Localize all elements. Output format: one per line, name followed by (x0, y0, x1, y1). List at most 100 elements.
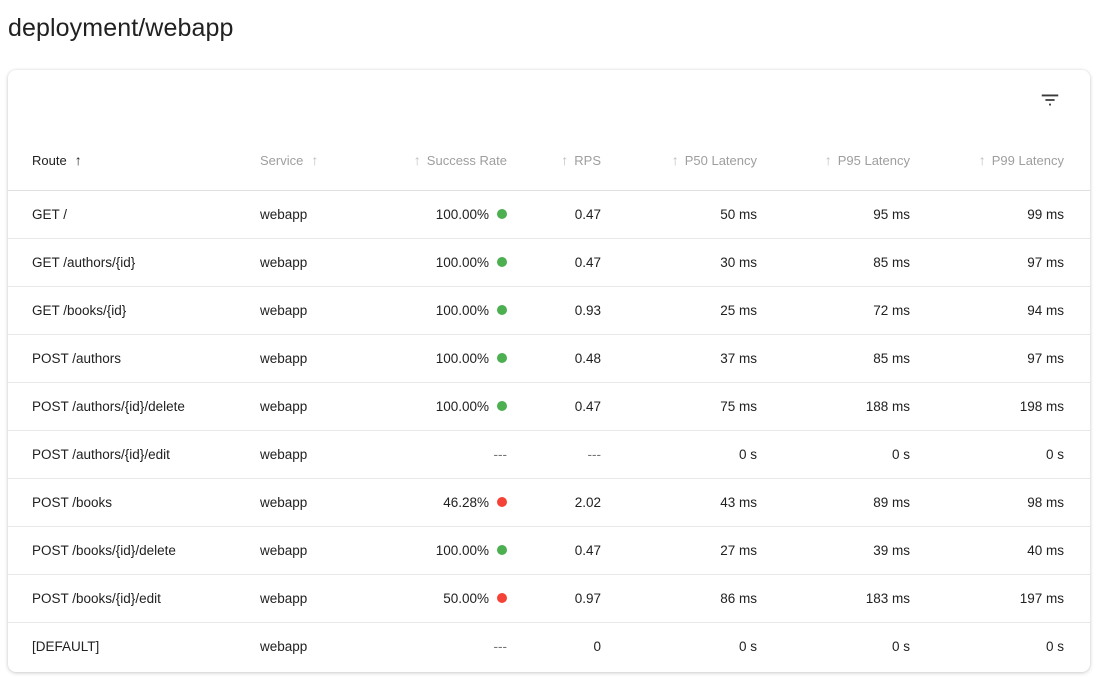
status-dot-green-icon (497, 353, 507, 363)
column-header-success_rate[interactable]: ↑Success Rate (378, 130, 507, 190)
cell-p99: 0 s (910, 430, 1090, 478)
status-dot-green-icon (497, 209, 507, 219)
service-value: webapp (260, 207, 307, 222)
column-header-p50[interactable]: ↑P50 Latency (601, 130, 757, 190)
cell-route: POST /books/{id}/edit (8, 574, 260, 622)
cell-p50: 25 ms (601, 286, 757, 334)
cell-route: POST /authors/{id}/edit (8, 430, 260, 478)
service-value: webapp (260, 255, 307, 270)
cell-route: GET /authors/{id} (8, 238, 260, 286)
column-label: Success Rate (427, 153, 507, 168)
cell-service: webapp (260, 334, 378, 382)
column-header-route[interactable]: Route↑ (8, 130, 260, 190)
p50-value: 50 ms (720, 207, 757, 222)
p50-value: 25 ms (720, 303, 757, 318)
service-value: webapp (260, 591, 307, 606)
cell-p95: 95 ms (757, 190, 910, 238)
column-header-rps[interactable]: ↑RPS (507, 130, 601, 190)
cell-rps: 0.97 (507, 574, 601, 622)
cell-service: webapp (260, 238, 378, 286)
cell-p50: 0 s (601, 430, 757, 478)
p99-value: 94 ms (1027, 303, 1064, 318)
table-row: POST /books/{id}/deletewebapp100.00%0.47… (8, 526, 1090, 574)
route-value: POST /books (32, 495, 112, 510)
p99-value: 97 ms (1027, 255, 1064, 270)
sort-arrow-icon: ↑ (825, 152, 832, 168)
cell-p95: 39 ms (757, 526, 910, 574)
card-toolbar (8, 70, 1090, 130)
cell-p50: 37 ms (601, 334, 757, 382)
p99-value: 198 ms (1020, 399, 1064, 414)
cell-rps: 0.48 (507, 334, 601, 382)
cell-success_rate: 46.28% (378, 478, 507, 526)
cell-rps: 0.93 (507, 286, 601, 334)
status-dot-red-icon (497, 593, 507, 603)
success_rate-value: 100.00% (436, 303, 489, 318)
rps-value: 0 (593, 639, 601, 654)
cell-success_rate: 100.00% (378, 382, 507, 430)
cell-service: webapp (260, 190, 378, 238)
cell-service: webapp (260, 622, 378, 670)
p95-value: 72 ms (873, 303, 910, 318)
p50-value: 86 ms (720, 591, 757, 606)
cell-p95: 0 s (757, 430, 910, 478)
success_rate-value: 100.00% (436, 351, 489, 366)
cell-p95: 183 ms (757, 574, 910, 622)
p50-value: 43 ms (720, 495, 757, 510)
column-header-service[interactable]: Service↑ (260, 130, 378, 190)
cell-p99: 0 s (910, 622, 1090, 670)
cell-p99: 98 ms (910, 478, 1090, 526)
cell-service: webapp (260, 574, 378, 622)
table-row: POST /authors/{id}/editwebapp------0 s0 … (8, 430, 1090, 478)
cell-p99: 97 ms (910, 334, 1090, 382)
cell-service: webapp (260, 382, 378, 430)
success_rate-value: --- (494, 639, 508, 654)
service-value: webapp (260, 495, 307, 510)
success_rate-value: 50.00% (443, 591, 489, 606)
rps-value: 0.47 (575, 207, 601, 222)
p50-value: 0 s (739, 639, 757, 654)
p50-value: 30 ms (720, 255, 757, 270)
sort-arrow-icon: ↑ (561, 152, 568, 168)
cell-success_rate: 100.00% (378, 526, 507, 574)
cell-success_rate: 100.00% (378, 190, 507, 238)
route-value: POST /authors/{id}/delete (32, 399, 185, 414)
cell-route: [DEFAULT] (8, 622, 260, 670)
cell-p99: 40 ms (910, 526, 1090, 574)
route-value: POST /authors/{id}/edit (32, 447, 170, 462)
cell-rps: 0.47 (507, 190, 601, 238)
page-title: deployment/webapp (8, 14, 1099, 43)
success_rate-value: 100.00% (436, 543, 489, 558)
routes-table-body: GET /webapp100.00%0.4750 ms95 ms99 msGET… (8, 190, 1090, 670)
status-dot-green-icon (497, 305, 507, 315)
status-dot-green-icon (497, 545, 507, 555)
column-header-p95[interactable]: ↑P95 Latency (757, 130, 910, 190)
cell-route: POST /authors/{id}/delete (8, 382, 260, 430)
filter-button[interactable] (1036, 86, 1064, 114)
route-value: GET /books/{id} (32, 303, 126, 318)
cell-p95: 85 ms (757, 334, 910, 382)
p95-value: 39 ms (873, 543, 910, 558)
success_rate-value: 100.00% (436, 207, 489, 222)
cell-p99: 97 ms (910, 238, 1090, 286)
cell-success_rate: 100.00% (378, 334, 507, 382)
cell-p99: 198 ms (910, 382, 1090, 430)
rps-value: --- (588, 447, 602, 462)
status-dot-red-icon (497, 497, 507, 507)
cell-rps: --- (507, 430, 601, 478)
service-value: webapp (260, 399, 307, 414)
column-header-p99[interactable]: ↑P99 Latency (910, 130, 1090, 190)
cell-p95: 188 ms (757, 382, 910, 430)
cell-p95: 85 ms (757, 238, 910, 286)
cell-service: webapp (260, 526, 378, 574)
cell-success_rate: 50.00% (378, 574, 507, 622)
success_rate-value: 100.00% (436, 255, 489, 270)
p50-value: 37 ms (720, 351, 757, 366)
cell-p50: 27 ms (601, 526, 757, 574)
route-value: GET /authors/{id} (32, 255, 135, 270)
p99-value: 0 s (1046, 447, 1064, 462)
route-value: POST /books/{id}/delete (32, 543, 176, 558)
p95-value: 85 ms (873, 255, 910, 270)
p95-value: 95 ms (873, 207, 910, 222)
cell-route: POST /authors (8, 334, 260, 382)
